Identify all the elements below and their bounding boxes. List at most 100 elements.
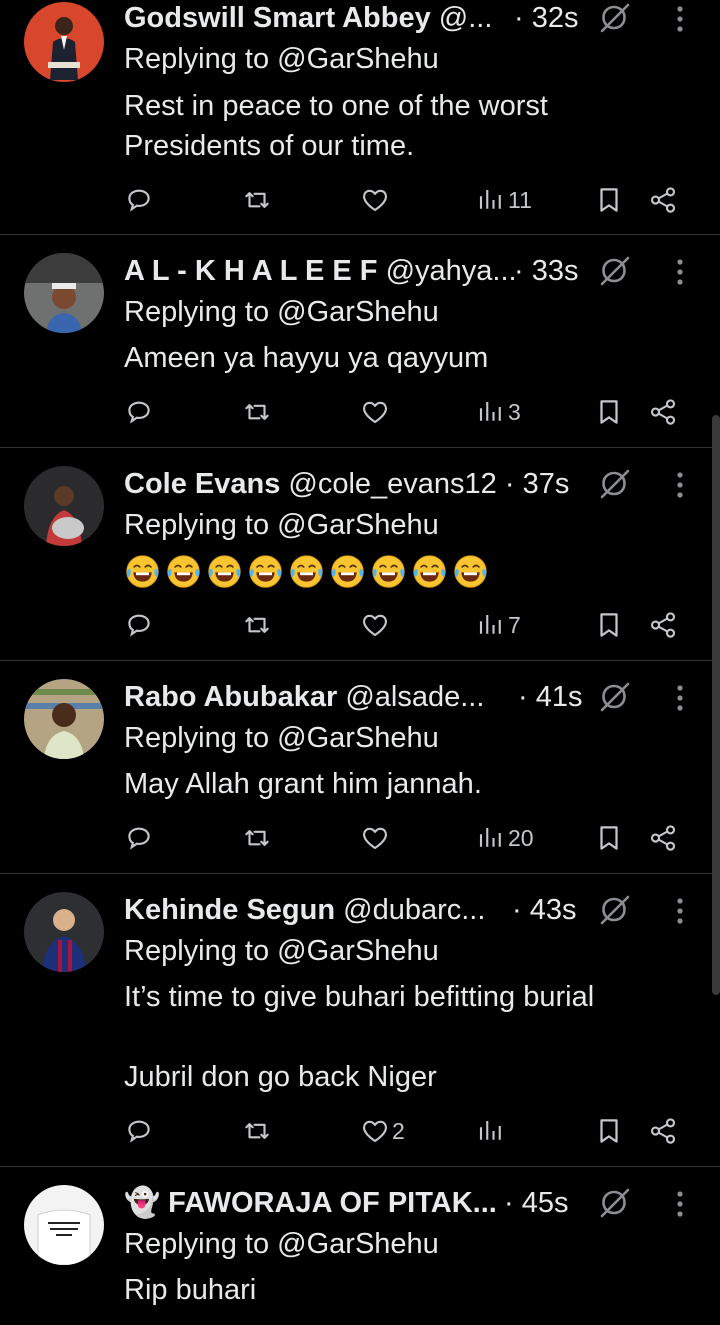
replying-to-prefix: Replying to [124,509,270,541]
retweet-button[interactable] [242,821,272,855]
user-handle[interactable]: @alsade... [345,681,484,713]
user-handle[interactable]: @... [439,2,493,34]
view-count: 3 [508,398,521,425]
laughing-emoji [288,553,325,590]
laughing-emoji [124,553,161,590]
views-button[interactable]: 11 [476,183,532,217]
replying-to-handle[interactable]: @GarShehu [277,43,439,75]
views-button[interactable]: 20 [476,821,534,855]
view-count: 20 [508,824,534,851]
display-name[interactable]: Kehinde Segun [124,894,335,926]
reply-icon [124,823,154,853]
muted-conversation-icon[interactable] [598,1187,632,1219]
muted-conversation-icon[interactable] [598,468,632,500]
retweet-icon [242,185,272,215]
display-name[interactable]: Cole Evans [124,468,280,500]
bookmark-button[interactable] [594,608,624,642]
reply-card[interactable]: Rabo Abubakar @alsade... · 41s Replying … [0,661,720,874]
more-icon[interactable] [672,4,688,34]
reply-card[interactable]: 👻 FAWORAJA OF PITAK... · 45s Replying to… [0,1167,720,1325]
laughing-emoji [329,553,366,590]
muted-conversation-icon[interactable] [598,894,632,926]
heart-icon [360,397,390,427]
views-icon [476,610,506,640]
avatar[interactable] [24,892,104,972]
reply-card[interactable]: A L - K H A L E E F @yahya... · 33s Repl… [0,235,720,448]
share-icon [648,610,678,640]
bookmark-button[interactable] [594,183,624,217]
timestamp[interactable]: · 41s [518,679,582,715]
retweet-button[interactable] [242,395,272,429]
heart-icon [360,185,390,215]
display-name[interactable]: A L - K H A L E E F [124,255,378,287]
replying-to: Replying to @GarShehu [124,295,439,329]
display-name[interactable]: Rabo Abubakar [124,681,337,713]
avatar[interactable] [24,466,104,546]
reply-button[interactable] [124,183,154,217]
avatar[interactable] [24,253,104,333]
share-button[interactable] [648,183,678,217]
timestamp[interactable]: · 45s [504,1185,568,1221]
replying-to-handle[interactable]: @GarShehu [277,509,439,541]
action-bar: 7 [124,608,720,642]
replying-to-handle[interactable]: @GarShehu [277,722,439,754]
more-icon[interactable] [672,1189,688,1219]
replying-to: Replying to @GarShehu [124,508,439,542]
bookmark-button[interactable] [594,821,624,855]
muted-conversation-icon[interactable] [598,681,632,713]
views-icon [476,185,506,215]
more-icon[interactable] [672,896,688,926]
reply-button[interactable] [124,608,154,642]
share-button[interactable] [648,821,678,855]
like-button[interactable] [360,608,392,642]
retweet-button[interactable] [242,1114,272,1148]
reply-icon [124,610,154,640]
muted-conversation-icon[interactable] [598,255,632,287]
reply-card[interactable]: Godswill Smart Abbey @... · 32s Replying… [0,0,720,235]
reply-button[interactable] [124,821,154,855]
display-name[interactable]: 👻 FAWORAJA OF PITAK... [124,1187,497,1219]
replying-to: Replying to @GarShehu [124,1227,439,1261]
more-icon[interactable] [672,257,688,287]
heart-icon [360,610,390,640]
reply-card[interactable]: Kehinde Segun @dubarc... · 43s Replying … [0,874,720,1167]
bookmark-button[interactable] [594,395,624,429]
user-handle[interactable]: @cole_evans12 [288,468,496,500]
share-button[interactable] [648,608,678,642]
avatar[interactable] [24,679,104,759]
like-button[interactable] [360,183,392,217]
reply-card[interactable]: Cole Evans @cole_evans12 · 37s Replying … [0,448,720,661]
reply-button[interactable] [124,1114,154,1148]
views-button[interactable] [476,1114,508,1148]
timestamp[interactable]: · 37s [505,468,569,500]
like-button[interactable]: 2 [360,1114,405,1148]
timestamp[interactable]: · 33s [514,253,578,289]
more-icon[interactable] [672,683,688,713]
replying-to-handle[interactable]: @GarShehu [277,935,439,967]
more-icon[interactable] [672,470,688,500]
like-button[interactable] [360,821,392,855]
views-button[interactable]: 7 [476,608,521,642]
share-icon [648,397,678,427]
reply-icon [124,397,154,427]
timestamp[interactable]: · 32s [514,0,578,36]
retweet-button[interactable] [242,183,272,217]
reply-button[interactable] [124,395,154,429]
user-handle[interactable]: @dubarc... [343,894,485,926]
display-name[interactable]: Godswill Smart Abbey [124,2,431,34]
share-button[interactable] [648,1114,678,1148]
avatar[interactable] [24,1185,104,1265]
like-button[interactable] [360,395,392,429]
replying-to-handle[interactable]: @GarShehu [277,1228,439,1260]
share-button[interactable] [648,395,678,429]
bookmark-button[interactable] [594,1114,624,1148]
avatar[interactable] [24,2,104,82]
muted-conversation-icon[interactable] [598,2,632,34]
views-button[interactable]: 3 [476,395,521,429]
timestamp[interactable]: · 43s [512,892,576,928]
replying-to-handle[interactable]: @GarShehu [277,296,439,328]
retweet-button[interactable] [242,608,272,642]
scrollbar[interactable] [712,415,720,995]
user-handle[interactable]: @yahya... [386,255,517,287]
reply-text: May Allah grant him jannah. [124,768,482,800]
